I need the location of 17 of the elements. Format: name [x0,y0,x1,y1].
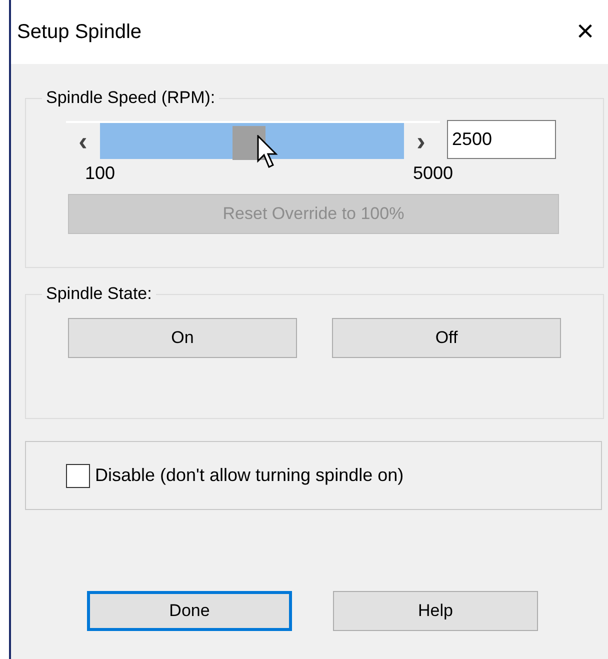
state-button[interactable]: On [68,318,297,358]
close-button[interactable]: × [568,17,602,47]
disable-checkbox[interactable]: Disable (don't allow turning spindle on) [66,464,404,488]
group-label: Spindle State: [45,284,153,304]
mouse-cursor-icon [256,134,281,168]
checkbox-icon[interactable] [66,464,90,488]
dialog-button[interactable]: Done [87,591,292,631]
state-button[interactable]: Off [332,318,561,358]
checkbox-label: Disable (don't allow turning spindle on) [95,465,404,486]
max-label: 5000 [412,163,453,184]
group-label: Spindle Speed (RPM): [45,88,216,108]
speed-input[interactable]: 2500 [447,120,556,159]
dialog-button[interactable]: Help [333,591,538,631]
left-arrow[interactable]: ‹ [66,128,100,154]
min-label: 100 [85,163,116,184]
right-arrow[interactable]: › [404,128,438,154]
window-title: Setup Spindle [17,20,142,44]
